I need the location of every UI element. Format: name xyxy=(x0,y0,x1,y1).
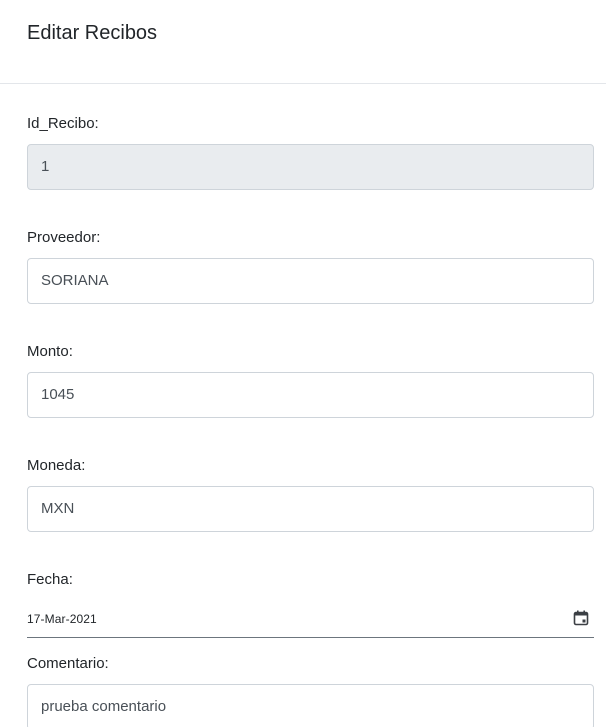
comentario-group: Comentario: prueba comentario xyxy=(27,655,594,727)
proveedor-input[interactable]: SORIANA xyxy=(27,258,594,304)
fecha-group: Fecha: 17-Mar-2021 xyxy=(27,571,594,638)
modal-header: Editar Recibos xyxy=(0,0,606,84)
proveedor-group: Proveedor: SORIANA xyxy=(27,229,594,304)
moneda-input[interactable]: MXN xyxy=(27,486,594,532)
fecha-value: 17-Mar-2021 xyxy=(27,612,97,626)
edit-receipt-modal: Editar Recibos Id_Recibo: 1 Proveedor: S… xyxy=(0,0,606,727)
moneda-group: Moneda: MXN xyxy=(27,457,594,532)
proveedor-label: Proveedor: xyxy=(27,229,101,246)
monto-input[interactable]: 1045 xyxy=(27,372,594,418)
id-recibo-group: Id_Recibo: 1 xyxy=(27,115,594,190)
modal-title: Editar Recibos xyxy=(27,22,158,44)
comentario-label: Comentario: xyxy=(27,655,109,672)
fecha-label: Fecha: xyxy=(27,571,73,588)
comentario-input[interactable]: prueba comentario xyxy=(27,684,594,727)
monto-label: Monto: xyxy=(27,343,73,360)
calendar-icon[interactable] xyxy=(573,610,589,626)
id-recibo-label: Id_Recibo: xyxy=(27,115,99,132)
monto-group: Monto: 1045 xyxy=(27,343,594,418)
id-recibo-input[interactable]: 1 xyxy=(27,144,594,190)
fecha-date-input[interactable]: 17-Mar-2021 xyxy=(27,604,594,638)
moneda-label: Moneda: xyxy=(27,457,86,474)
